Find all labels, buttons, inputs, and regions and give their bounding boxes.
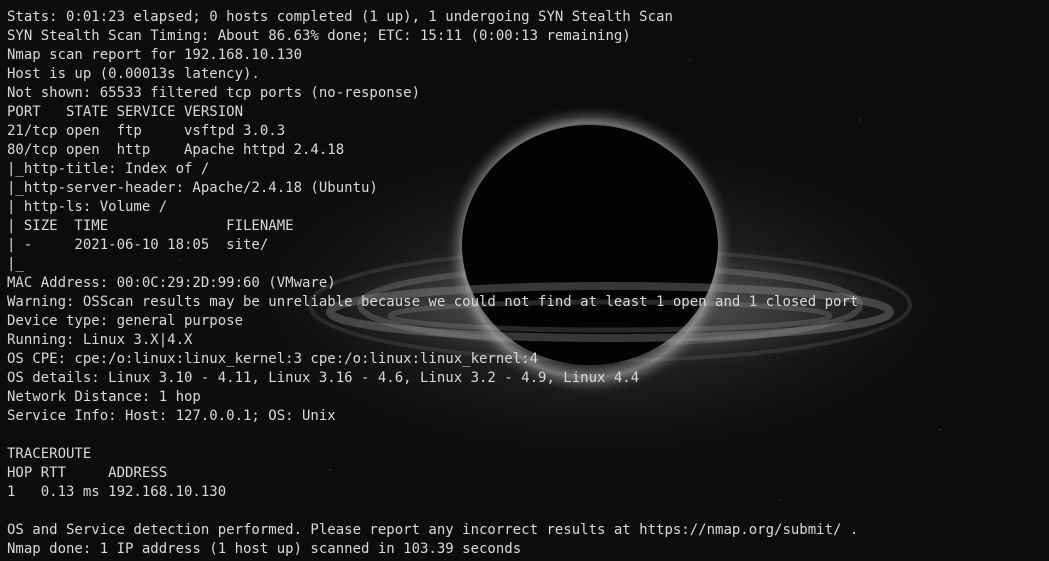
- terminal-line: TRACEROUTE: [7, 446, 92, 462]
- terminal-line: |_http-title: Index of /: [7, 161, 210, 177]
- terminal-line: OS CPE: cpe:/o:linux:linux_kernel:3 cpe:…: [7, 351, 539, 367]
- terminal-output[interactable]: Stats: 0:01:23 elapsed; 0 hosts complete…: [7, 8, 858, 559]
- terminal-line: Service Info: Host: 127.0.0.1; OS: Unix: [7, 408, 336, 424]
- terminal-line: Device type: general purpose: [7, 313, 244, 329]
- terminal-window[interactable]: Stats: 0:01:23 elapsed; 0 hosts complete…: [0, 0, 1049, 561]
- terminal-line: Running: Linux 3.X|4.X: [7, 332, 193, 348]
- terminal-line: | http-ls: Volume /: [7, 199, 168, 215]
- terminal-line: Host is up (0.00013s latency).: [7, 66, 260, 82]
- terminal-line: | SIZE TIME FILENAME: [7, 218, 294, 234]
- terminal-line: Warning: OSScan results may be unreliabl…: [7, 294, 859, 310]
- terminal-line: 80/tcp open http Apache httpd 2.4.18: [7, 142, 345, 158]
- terminal-line: 1 0.13 ms 192.168.10.130: [7, 484, 227, 500]
- terminal-line: Nmap done: 1 IP address (1 host up) scan…: [7, 541, 522, 557]
- terminal-line: HOP RTT ADDRESS: [7, 465, 168, 481]
- terminal-line: |_http-server-header: Apache/2.4.18 (Ubu…: [7, 180, 378, 196]
- terminal-line: 21/tcp open ftp vsftpd 3.0.3: [7, 123, 286, 139]
- terminal-line: Not shown: 65533 filtered tcp ports (no-…: [7, 85, 421, 101]
- terminal-line: OS and Service detection performed. Plea…: [7, 522, 859, 538]
- terminal-line: MAC Address: 00:0C:29:2D:99:60 (VMware): [7, 275, 336, 291]
- terminal-line: Stats: 0:01:23 elapsed; 0 hosts complete…: [7, 9, 673, 25]
- terminal-line: |_: [7, 256, 24, 272]
- terminal-line: Network Distance: 1 hop: [7, 389, 201, 405]
- terminal-line: Nmap scan report for 192.168.10.130: [7, 47, 303, 63]
- terminal-line: OS details: Linux 3.10 - 4.11, Linux 3.1…: [7, 370, 640, 386]
- terminal-line: SYN Stealth Scan Timing: About 86.63% do…: [7, 28, 631, 44]
- terminal-line: | - 2021-06-10 18:05 site/: [7, 237, 269, 253]
- terminal-line: PORT STATE SERVICE VERSION: [7, 104, 244, 120]
